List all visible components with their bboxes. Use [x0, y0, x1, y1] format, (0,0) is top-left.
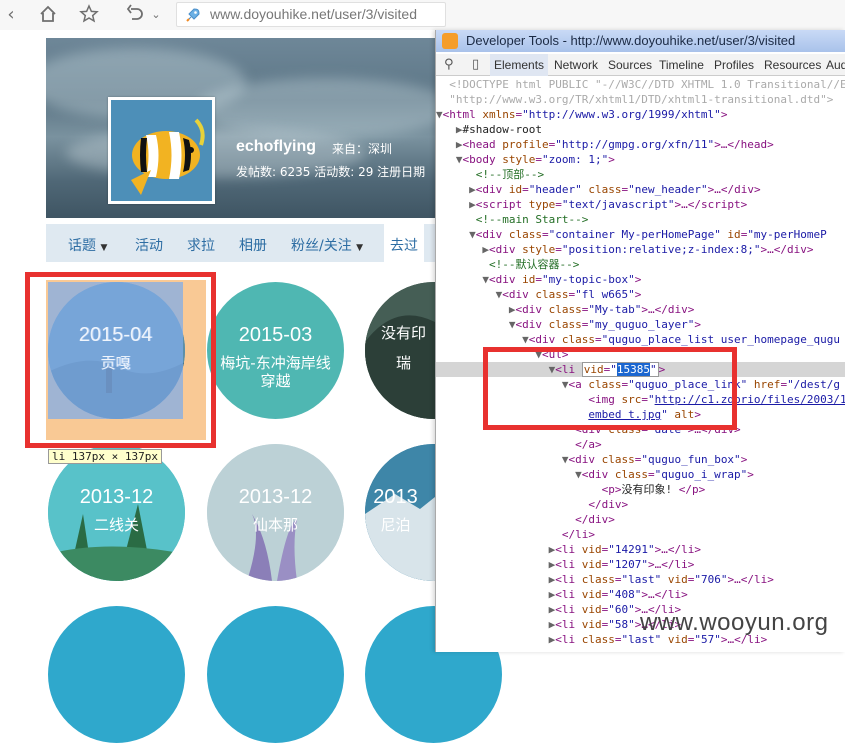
- rocket-icon: [186, 8, 200, 22]
- dom-line[interactable]: ▼<div class="quguo_i_wrap">: [436, 467, 845, 482]
- tile-date: 2013-12: [79, 486, 154, 508]
- dom-line[interactable]: ▶<head profile="http://gmpg.org/xfn/11">…: [436, 137, 845, 152]
- tab-topics[interactable]: 话题 ▼: [68, 235, 107, 255]
- dom-line[interactable]: ▼<body style="zoom: 1;">: [436, 152, 845, 167]
- dom-line[interactable]: ▼<div class="container My-perHomePage" i…: [436, 227, 845, 242]
- dom-line[interactable]: </div>: [436, 497, 845, 512]
- dom-line[interactable]: ▼<div class="quguo_place_list user_homep…: [436, 332, 845, 347]
- dom-line[interactable]: </li>: [436, 527, 845, 542]
- profile-nav: 话题 ▼ 活动 求拉 相册 粉丝/关注 ▼ 去过: [46, 224, 436, 262]
- dom-line[interactable]: ▶<script type="text/javascript">…</scrip…: [436, 197, 845, 212]
- devtools-title: Developer Tools - http://www.doyouhike.n…: [466, 33, 796, 48]
- devtools-tabbar: ⚲ ▯ Elements Network Sources Timeline Pr…: [436, 54, 845, 76]
- tile-date: 2013-12: [238, 486, 313, 508]
- devtools-window: Developer Tools - http://www.doyouhike.n…: [435, 30, 845, 652]
- tile-image: [48, 444, 185, 581]
- dom-line[interactable]: ▶<li vid="1207">…</li>: [436, 557, 845, 572]
- dom-line[interactable]: ▼<div class="fl w665">: [436, 287, 845, 302]
- dom-line[interactable]: ▶<div id="header" class="new_header">…</…: [436, 182, 845, 197]
- dom-line[interactable]: ▶<div class="My-tab">…</div>: [436, 302, 845, 317]
- tile-name: 梅坑-东冲海岸线: [220, 354, 331, 372]
- search-icon[interactable]: ⚲: [444, 57, 454, 72]
- place-tile[interactable]: [48, 606, 185, 743]
- dom-line[interactable]: "http://www.w3.org/TR/xhtml1/DTD/xhtml1-…: [436, 92, 845, 107]
- home-icon[interactable]: [37, 4, 59, 26]
- tile-name: 二线关: [93, 516, 139, 534]
- element-size-tooltip: li 137px × 137px: [48, 449, 162, 464]
- dom-line[interactable]: </a>: [436, 437, 845, 452]
- back-arrow-icon[interactable]: ‹: [0, 4, 22, 26]
- watermark: www.wooyun.org: [640, 609, 829, 636]
- undo-icon[interactable]: [124, 4, 146, 26]
- profile-stats: 发帖数: 6235 活动数: 29 注册日期: [236, 165, 426, 179]
- dom-line[interactable]: ▶<li vid="408">…</li>: [436, 587, 845, 602]
- dom-line[interactable]: ▼<html xmlns="http://www.w3.org/1999/xht…: [436, 107, 845, 122]
- dom-line[interactable]: ▶#shadow-root: [436, 122, 845, 137]
- tile-image: [207, 444, 344, 581]
- tile-name: 仙本那: [252, 516, 298, 534]
- tab-network[interactable]: Network: [554, 58, 598, 72]
- url-bar[interactable]: www.doyouhike.net/user/3/visited: [176, 2, 446, 27]
- annotation-red-box: [25, 272, 216, 448]
- devtools-logo-icon: [442, 33, 458, 49]
- tab-elements[interactable]: Elements: [490, 54, 549, 76]
- tab-resources[interactable]: Resources: [764, 58, 821, 72]
- dom-line[interactable]: ▼<div id="my-topic-box">: [436, 272, 845, 287]
- star-icon[interactable]: [78, 4, 100, 26]
- place-tile[interactable]: [207, 606, 344, 743]
- dom-line[interactable]: <p>没有印象! </p>: [436, 482, 845, 497]
- dom-line[interactable]: <!DOCTYPE html PUBLIC "-//W3C//DTD XHTML…: [436, 77, 845, 92]
- dom-line[interactable]: </div>: [436, 512, 845, 527]
- tile-name-line2: 穿越: [260, 372, 291, 390]
- tab-albums[interactable]: 相册: [239, 235, 267, 255]
- clownfish-image: [111, 100, 212, 201]
- chevron-down-icon[interactable]: ⌄: [145, 4, 167, 26]
- username[interactable]: echoflying: [236, 138, 316, 156]
- place-tile[interactable]: 2015-03 梅坑-东冲海岸线 穿越: [207, 282, 344, 419]
- dom-line[interactable]: <!--main Start-->: [436, 212, 845, 227]
- tab-activities[interactable]: 活动: [135, 235, 163, 255]
- tile-date: 2015-03: [238, 324, 313, 346]
- dom-line[interactable]: ▼<div class="quguo_fun_box">: [436, 452, 845, 467]
- tab-carpool[interactable]: 求拉: [187, 235, 215, 255]
- dom-line[interactable]: ▼<div class="my_quguo_layer">: [436, 317, 845, 332]
- tab-profiles[interactable]: Profiles: [714, 58, 754, 72]
- dom-line[interactable]: <!--默认容器-->: [436, 257, 845, 272]
- tab-audits[interactable]: Aud: [826, 58, 845, 72]
- place-tile[interactable]: 2013-12 二线关: [48, 444, 185, 581]
- browser-toolbar: ‹ ⌄ www.doyouhike.net/user/3/visited: [0, 0, 845, 30]
- dom-line[interactable]: ▶<li class="last" vid="706">…</li>: [436, 572, 845, 587]
- profile-banner: [46, 38, 436, 218]
- tab-timeline[interactable]: Timeline: [659, 58, 704, 72]
- tab-visited[interactable]: 去过: [384, 224, 424, 262]
- dom-line[interactable]: ▶<li vid="14291">…</li>: [436, 542, 845, 557]
- device-icon[interactable]: ▯: [472, 57, 479, 72]
- dom-line[interactable]: <!--顶部-->: [436, 167, 845, 182]
- url-text: www.doyouhike.net/user/3/visited: [210, 6, 417, 22]
- tab-followers[interactable]: 粉丝/关注 ▼: [291, 235, 363, 255]
- annotation-red-box: [483, 347, 737, 430]
- tab-sources[interactable]: Sources: [608, 58, 652, 72]
- place-tile[interactable]: 2013-12 仙本那: [207, 444, 344, 581]
- dom-line[interactable]: ▶<div style="position:relative;z-index:8…: [436, 242, 845, 257]
- devtools-titlebar: Developer Tools - http://www.doyouhike.n…: [436, 30, 845, 52]
- location-text: 来自：深圳: [332, 142, 393, 156]
- avatar[interactable]: [108, 97, 215, 204]
